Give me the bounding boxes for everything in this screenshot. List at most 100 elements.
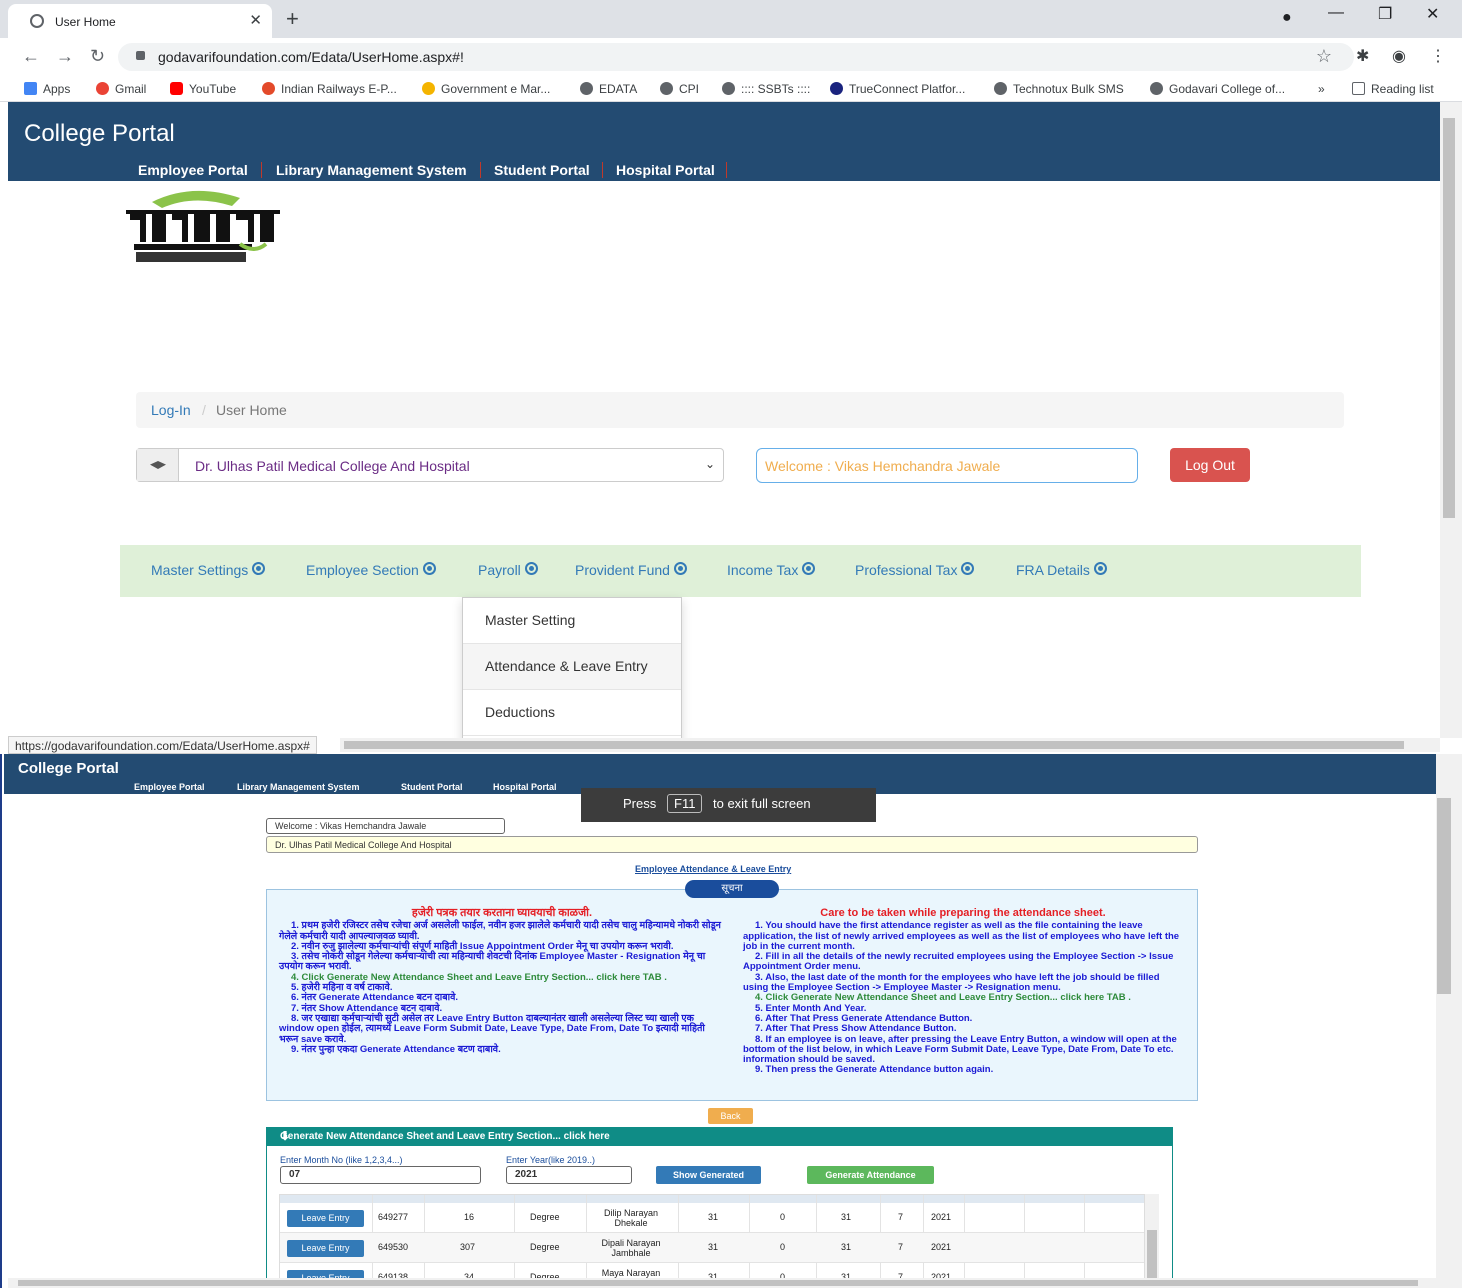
scrollbar-thumb[interactable]	[1437, 798, 1451, 994]
minimize-icon[interactable]: —	[1328, 4, 1344, 22]
restore-icon[interactable]: ❐	[1378, 4, 1392, 24]
forward-icon[interactable]: →	[56, 46, 74, 67]
menu-professional-tax[interactable]: Professional Tax	[855, 562, 975, 578]
dot-circle-icon	[802, 562, 816, 575]
breadcrumb-login[interactable]: Log-In	[151, 402, 191, 418]
reload-icon[interactable]: ↻	[90, 46, 105, 67]
breadcrumb-separator: /	[202, 402, 206, 418]
address-bar[interactable]: godavarifoundation.com/Edata/UserHome.as…	[118, 43, 1354, 71]
employee-no: 307	[460, 1242, 476, 1252]
horizontal-scrollbar[interactable]	[340, 738, 1440, 752]
bookmark-gmail[interactable]: Gmail	[96, 82, 146, 96]
bookmark-godavari[interactable]: Godavari College of...	[1150, 82, 1285, 96]
apps-grid-icon	[24, 82, 37, 95]
menu-employee-section[interactable]: Employee Section	[306, 562, 436, 578]
portal-brand[interactable]: College Portal	[18, 760, 119, 777]
year: 2021	[931, 1242, 952, 1252]
table-scrollbar[interactable]	[1145, 1194, 1159, 1280]
table-row: Leave Entry 649277 16 Degree Dilip Naray…	[280, 1203, 1144, 1233]
menu-income-tax[interactable]: Income Tax	[727, 562, 816, 578]
reading-list-icon	[1352, 82, 1365, 95]
show-generated-button[interactable]: Show Generated	[656, 1166, 761, 1184]
month-input[interactable]: 07	[280, 1166, 481, 1184]
bookmark-technotux[interactable]: Technotux Bulk SMS	[994, 82, 1124, 96]
dropdown-deductions[interactable]: Deductions	[463, 690, 681, 736]
page-scrollbar[interactable]	[1436, 754, 1462, 1288]
select-addon	[137, 449, 179, 481]
employee-name: Dilip Narayan Dhekale	[603, 1208, 659, 1228]
portal-brand[interactable]: College Portal	[24, 120, 175, 148]
menu-master-settings[interactable]: Master Settings	[151, 562, 266, 578]
student-portal-link[interactable]: Student Portal	[494, 162, 590, 178]
bookmark-railways[interactable]: Indian Railways E-P...	[262, 82, 397, 96]
profile-icon[interactable]: ◉	[1392, 46, 1406, 66]
divider	[480, 162, 481, 178]
month: 7	[898, 1242, 904, 1252]
employee-no: 16	[464, 1212, 475, 1222]
instruction-item: 2. Fill in all the details of the newly …	[743, 951, 1174, 973]
table-row: Leave Entry 649530 307 Degree Dipali Nar…	[280, 1233, 1144, 1263]
generate-attendance-button[interactable]: Generate Attendance	[807, 1166, 934, 1184]
new-tab-icon[interactable]: +	[286, 6, 299, 32]
reading-list[interactable]: Reading list	[1352, 82, 1434, 96]
globe-icon	[580, 82, 593, 95]
leave-entry-button[interactable]: Leave Entry	[287, 1240, 364, 1257]
library-link[interactable]: Library Management System	[276, 162, 467, 178]
notice-badge: सूचना	[685, 880, 779, 898]
employee-portal-link[interactable]: Employee Portal	[134, 782, 205, 792]
profile-dot-icon[interactable]: ●	[1282, 9, 1292, 27]
back-icon[interactable]: ←	[22, 46, 40, 67]
scrollbar-thumb[interactable]	[1147, 1230, 1157, 1280]
scrollbar-thumb[interactable]	[18, 1280, 1418, 1286]
close-tab-icon[interactable]: ✕	[249, 11, 262, 29]
browser-tab[interactable]: User Home ✕	[8, 4, 272, 38]
bookmark-apps[interactable]: Apps	[24, 82, 70, 96]
page-title-link[interactable]: Employee Attendance & Leave Entry	[635, 864, 791, 874]
employee-code: 649530	[378, 1242, 409, 1252]
bookmark-trueconnect[interactable]: TrueConnect Platfor...	[830, 82, 965, 96]
college-select[interactable]: Dr. Ulhas Patil Medical College And Hosp…	[136, 448, 724, 482]
chevron-down-icon[interactable]: ⌄	[705, 457, 715, 471]
menu-fra-details[interactable]: FRA Details	[1016, 562, 1107, 578]
f11-tail-text: to exit full screen	[713, 796, 811, 811]
download-arrow-icon[interactable]: ⬇	[280, 1129, 1159, 1143]
student-portal-link[interactable]: Student Portal	[401, 782, 463, 792]
scrollbar-thumb[interactable]	[344, 741, 1404, 749]
instruction-item: 3. Also, the last date of the month for …	[743, 971, 1160, 994]
logout-button[interactable]: Log Out	[1170, 448, 1250, 482]
hospital-portal-link[interactable]: Hospital Portal	[616, 162, 715, 178]
employee-portal-link[interactable]: Employee Portal	[138, 162, 248, 178]
scrollbar-thumb[interactable]	[1443, 118, 1455, 518]
bookmark-edata[interactable]: EDATA	[580, 82, 637, 96]
menu-provident-fund[interactable]: Provident Fund	[575, 562, 687, 578]
bookmarks-overflow[interactable]: »	[1318, 82, 1325, 96]
college-select-value[interactable]: Dr. Ulhas Patil Medical College And Hosp…	[195, 458, 470, 474]
leave-entry-button[interactable]: Leave Entry	[287, 1210, 364, 1227]
dot-circle-icon	[422, 562, 436, 575]
generate-section-header[interactable]: Generate New Attendance Sheet and Leave …	[266, 1127, 1173, 1146]
f11-key: F11	[667, 794, 703, 813]
graduation-cap-icon	[150, 461, 166, 469]
menu-kebab-icon[interactable]: ⋮	[1430, 46, 1446, 66]
address-url[interactable]: godavarifoundation.com/Edata/UserHome.as…	[158, 49, 464, 65]
bookmark-youtube[interactable]: YouTube	[170, 82, 236, 96]
close-window-icon[interactable]: ✕	[1426, 4, 1439, 24]
page-scrollbar[interactable]	[1440, 102, 1462, 738]
year-input[interactable]: 2021	[506, 1166, 632, 1184]
horizontal-scrollbar[interactable]	[8, 1278, 1436, 1288]
extensions-icon[interactable]: ✱	[1356, 46, 1369, 66]
menu-payroll[interactable]: Payroll	[478, 562, 538, 578]
back-button[interactable]: Back	[708, 1108, 753, 1124]
bookmark-cpi[interactable]: CPI	[660, 82, 699, 96]
year-label: Enter Year(like 2019..)	[506, 1155, 596, 1165]
bookmark-gem[interactable]: Government e Mar...	[422, 82, 550, 96]
dropdown-master-setting[interactable]: Master Setting	[463, 598, 681, 644]
bookmark-star-icon[interactable]: ☆	[1316, 46, 1332, 67]
qualification: Degree	[530, 1212, 560, 1222]
dropdown-attendance-leave-entry[interactable]: Attendance & Leave Entry	[463, 644, 681, 690]
f11-press-text: Press	[623, 796, 657, 811]
library-link[interactable]: Library Management System	[237, 782, 360, 792]
bookmark-ssbts[interactable]: :::: SSBTs ::::	[722, 82, 810, 96]
hospital-portal-link[interactable]: Hospital Portal	[493, 782, 557, 792]
portal-header: College Portal Employee Portal Library M…	[8, 102, 1440, 181]
